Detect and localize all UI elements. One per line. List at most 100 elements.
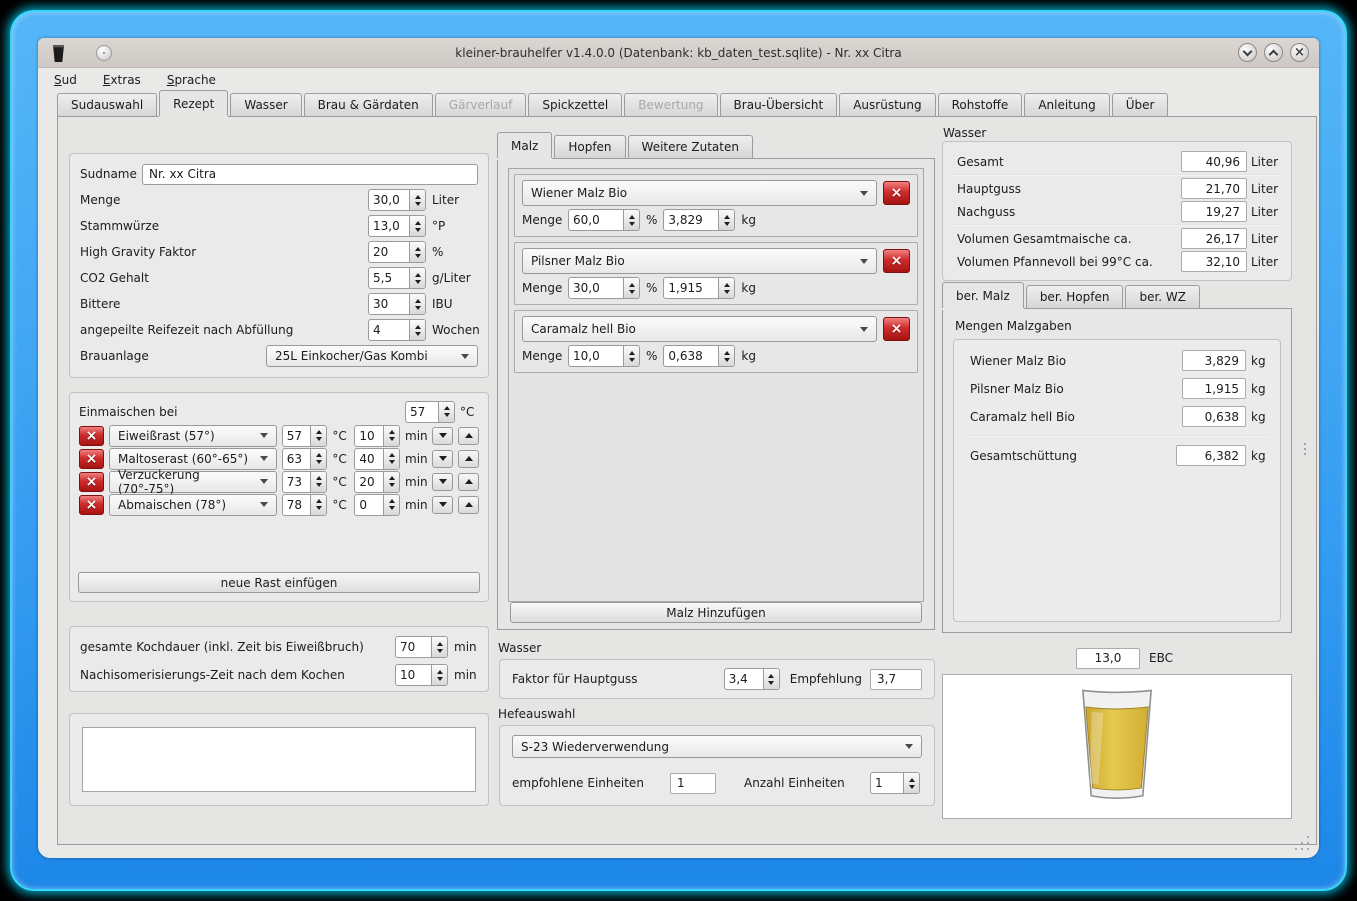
rest-time-spinbox[interactable]: 20 — [354, 471, 400, 493]
spin-down-icon[interactable] — [415, 332, 421, 336]
spin-down-icon[interactable] — [316, 460, 322, 464]
menu-sprache[interactable]: Sprache — [167, 73, 216, 87]
spin-up-icon[interactable] — [415, 299, 421, 303]
menge-spinbox[interactable]: 30,0 — [368, 189, 426, 211]
tab-spickzettel[interactable]: Spickzettel — [528, 93, 622, 116]
rest-type-combobox[interactable]: Maltoserast (60°-65°) — [109, 448, 277, 470]
spin-up-icon[interactable] — [415, 221, 421, 225]
spin-up-icon[interactable] — [316, 476, 322, 480]
move-up-button[interactable] — [458, 473, 479, 491]
spin-down-icon[interactable] — [389, 437, 395, 441]
move-up-button[interactable] — [458, 450, 479, 468]
move-down-button[interactable] — [432, 427, 453, 445]
spin-down-icon[interactable] — [444, 413, 450, 417]
minimize-button[interactable] — [1238, 43, 1257, 62]
spin-down-icon[interactable] — [629, 358, 635, 362]
spin-down-icon[interactable] — [629, 290, 635, 294]
move-down-button[interactable] — [432, 496, 453, 514]
tab-wasser[interactable]: Wasser — [230, 93, 301, 116]
spin-up-icon[interactable] — [389, 476, 395, 480]
rest-type-combobox[interactable]: Verzuckerung (70°-75°) — [109, 471, 277, 493]
resize-grip[interactable] — [1295, 836, 1310, 851]
rest-time-spinbox[interactable]: 40 — [354, 448, 400, 470]
tab-anleitung[interactable]: Anleitung — [1024, 93, 1109, 116]
tab-ber-hopfen[interactable]: ber. Hopfen — [1026, 285, 1124, 308]
spin-up-icon[interactable] — [316, 430, 322, 434]
menu-extras[interactable]: Extras — [103, 73, 141, 87]
spin-up-icon[interactable] — [415, 325, 421, 329]
tab-ausruestung[interactable]: Ausrüstung — [839, 93, 935, 116]
spin-down-icon[interactable] — [909, 785, 915, 789]
move-up-button[interactable] — [458, 427, 479, 445]
faktor-hauptguss-spinbox[interactable]: 3,4 — [724, 668, 780, 690]
anzahl-einheiten-spinbox[interactable]: 1 — [870, 772, 920, 794]
spin-down-icon[interactable] — [724, 358, 730, 362]
comment-textarea[interactable] — [82, 727, 476, 792]
rest-temp-spinbox[interactable]: 57 — [282, 425, 328, 447]
spin-up-icon[interactable] — [389, 499, 395, 503]
rest-time-spinbox[interactable]: 10 — [354, 425, 400, 447]
close-button[interactable]: × — [1290, 43, 1309, 62]
tab-ueber[interactable]: Über — [1112, 93, 1169, 116]
malt-percent-spinbox[interactable]: 60,0 — [568, 209, 640, 231]
tab-brau-uebersicht[interactable]: Brau-Übersicht — [720, 93, 838, 116]
spin-down-icon[interactable] — [389, 506, 395, 510]
rest-time-spinbox[interactable]: 0 — [354, 494, 400, 516]
einmaischen-temp-spinbox[interactable]: 57 — [405, 401, 455, 423]
tab-rohstoffe[interactable]: Rohstoffe — [938, 93, 1023, 116]
delete-malt-button[interactable]: × — [883, 181, 910, 205]
maximize-button[interactable] — [1264, 43, 1283, 62]
delete-rest-button[interactable]: × — [79, 426, 104, 446]
malt-kg-spinbox[interactable]: 0,638 — [663, 345, 735, 367]
malt-percent-spinbox[interactable]: 30,0 — [568, 277, 640, 299]
malt-combobox[interactable]: Caramalz hell Bio — [522, 316, 877, 342]
spin-up-icon[interactable] — [415, 195, 421, 199]
spin-up-icon[interactable] — [389, 430, 395, 434]
rest-type-combobox[interactable]: Abmaischen (78°) — [109, 494, 277, 516]
delete-rest-button[interactable]: × — [79, 449, 104, 469]
co2-spinbox[interactable]: 5,5 — [368, 267, 426, 289]
delete-rest-button[interactable]: × — [79, 495, 104, 515]
spin-up-icon[interactable] — [629, 351, 635, 355]
spin-up-icon[interactable] — [629, 215, 635, 219]
spin-up-icon[interactable] — [444, 406, 450, 410]
spin-up-icon[interactable] — [437, 670, 443, 674]
spin-up-icon[interactable] — [389, 453, 395, 457]
spin-down-icon[interactable] — [415, 202, 421, 206]
tab-weitere-zutaten[interactable]: Weitere Zutaten — [628, 135, 753, 158]
spin-down-icon[interactable] — [415, 280, 421, 284]
spin-up-icon[interactable] — [724, 283, 730, 287]
spin-down-icon[interactable] — [316, 506, 322, 510]
spin-down-icon[interactable] — [389, 483, 395, 487]
move-up-button[interactable] — [458, 496, 479, 514]
spin-down-icon[interactable] — [437, 649, 443, 653]
malt-combobox[interactable]: Pilsner Malz Bio — [522, 248, 877, 274]
rest-type-combobox[interactable]: Eiweißrast (57°) — [109, 425, 277, 447]
move-down-button[interactable] — [432, 473, 453, 491]
kochdauer-spinbox[interactable]: 70 — [395, 636, 448, 658]
add-rest-button[interactable]: neue Rast einfügen — [78, 572, 480, 593]
spin-down-icon[interactable] — [724, 222, 730, 226]
spin-up-icon[interactable] — [415, 247, 421, 251]
spin-down-icon[interactable] — [389, 460, 395, 464]
spin-up-icon[interactable] — [415, 273, 421, 277]
spin-up-icon[interactable] — [724, 351, 730, 355]
brauanlage-combobox[interactable]: 25L Einkocher/Gas Kombi — [266, 345, 478, 367]
reifezeit-spinbox[interactable]: 4 — [368, 319, 426, 341]
spin-up-icon[interactable] — [316, 499, 322, 503]
spin-down-icon[interactable] — [437, 677, 443, 681]
delete-malt-button[interactable]: × — [883, 249, 910, 273]
malt-kg-spinbox[interactable]: 3,829 — [663, 209, 735, 231]
spin-down-icon[interactable] — [629, 222, 635, 226]
stammwuerze-spinbox[interactable]: 13,0 — [368, 215, 426, 237]
spin-up-icon[interactable] — [724, 215, 730, 219]
delete-rest-button[interactable]: × — [79, 472, 104, 492]
spin-up-icon[interactable] — [437, 642, 443, 646]
menu-sud[interactable]: Sud — [54, 73, 77, 87]
tab-rezept[interactable]: Rezept — [159, 90, 228, 116]
spin-down-icon[interactable] — [415, 306, 421, 310]
tab-ber-wz[interactable]: ber. WZ — [1125, 285, 1200, 308]
malt-kg-spinbox[interactable]: 1,915 — [663, 277, 735, 299]
spin-down-icon[interactable] — [415, 254, 421, 258]
tab-brau-gaerdaten[interactable]: Brau & Gärdaten — [304, 93, 433, 116]
